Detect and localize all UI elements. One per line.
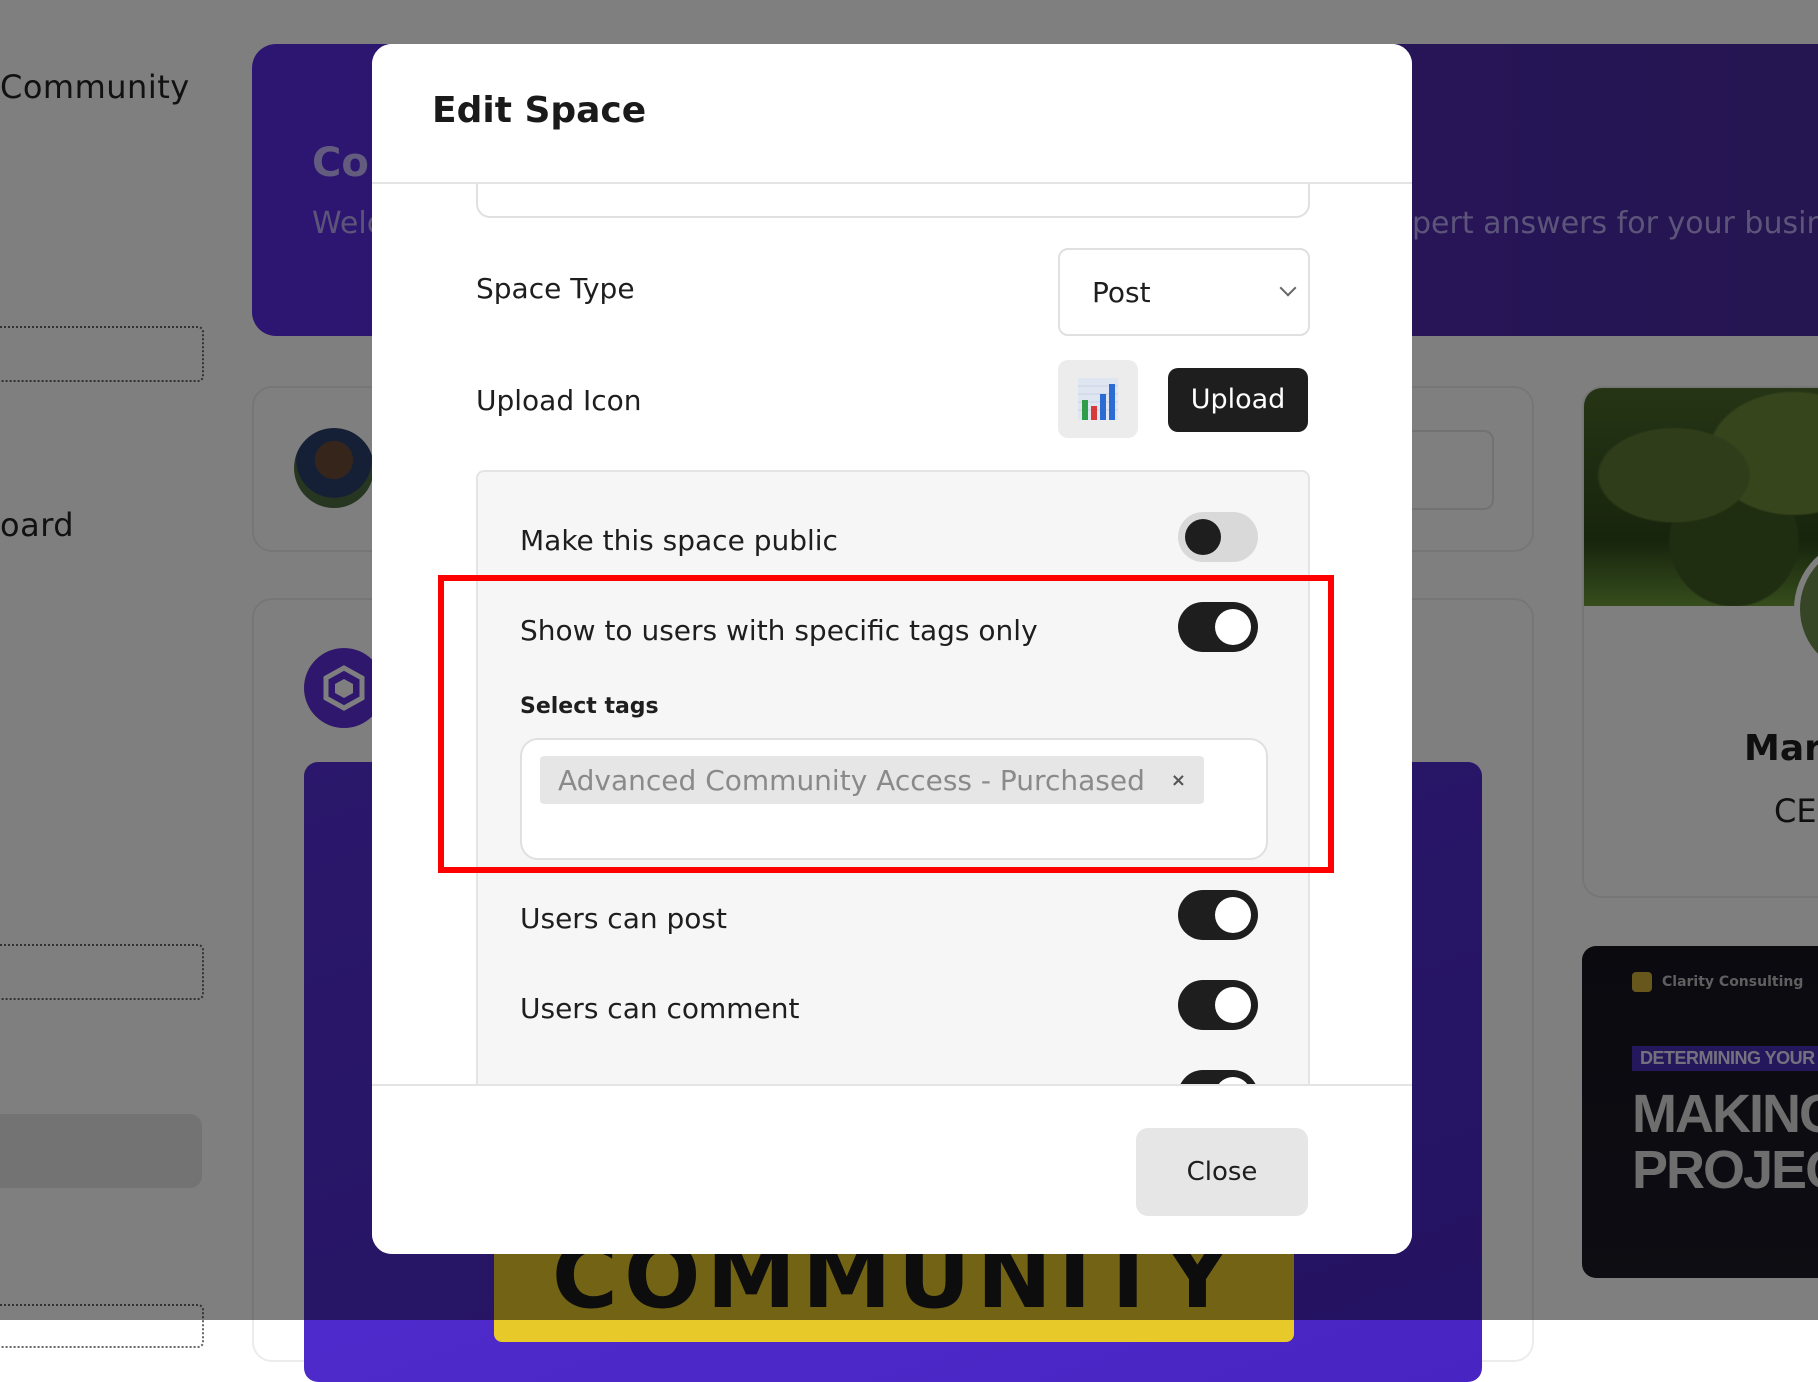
public-space-toggle[interactable] (1178, 512, 1258, 562)
upload-button[interactable]: Upload (1168, 368, 1308, 432)
toggle-label-users-post: Users can post (520, 902, 727, 935)
space-icon-preview (1058, 360, 1138, 438)
highlight-box (438, 575, 1334, 873)
space-name-input[interactable] (476, 184, 1310, 218)
users-can-post-toggle[interactable] (1178, 890, 1258, 940)
users-can-comment-toggle[interactable] (1178, 980, 1258, 1030)
upload-icon-label: Upload Icon (476, 384, 642, 417)
space-type-value: Post (1092, 276, 1151, 309)
chevron-down-icon (1279, 279, 1297, 297)
toggle-knob (1215, 987, 1251, 1023)
toggle-label-public: Make this space public (520, 524, 838, 557)
modal-title: Edit Space (432, 90, 647, 131)
close-button[interactable]: Close (1136, 1128, 1308, 1216)
toggle-knob (1185, 519, 1221, 555)
toggle-knob (1215, 897, 1251, 933)
toggle-label-users-comment: Users can comment (520, 992, 800, 1025)
space-type-label: Space Type (476, 272, 635, 305)
modal-header: Edit Space (372, 44, 1412, 184)
bar-chart-icon (1078, 378, 1118, 420)
modal-footer: Close (372, 1084, 1412, 1254)
space-type-select[interactable]: Post (1058, 248, 1310, 336)
